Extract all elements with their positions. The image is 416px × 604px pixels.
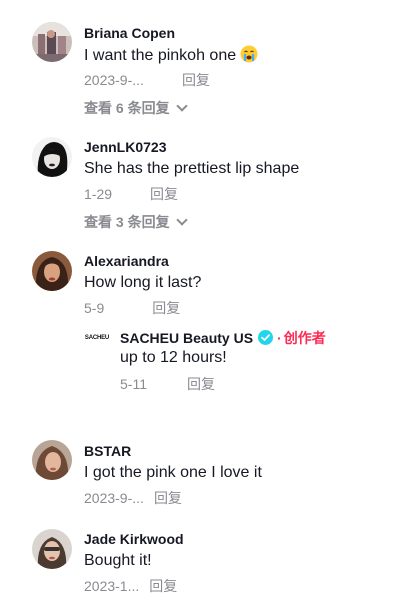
reply-text: up to 12 hours!: [120, 349, 227, 366]
chevron-down-icon: [175, 214, 188, 226]
comment-date: 2023-9-...: [84, 490, 144, 506]
reply-button[interactable]: 回复: [182, 72, 210, 88]
reply-date: 5-11: [120, 376, 147, 392]
comment-date: 5-9: [84, 300, 105, 316]
brand-logo-text: SACHEU: [84, 335, 110, 341]
comment-meta: 2023-1... 回复: [84, 577, 177, 595]
avatar[interactable]: [32, 440, 72, 480]
reply-meta: 5-11 回复: [120, 375, 215, 393]
view-replies-button[interactable]: 查看 3 条回复: [84, 213, 188, 231]
comment-username[interactable]: Alexariandra: [84, 253, 169, 269]
comment-meta: 2023-9-... 回复: [84, 71, 210, 89]
view-replies-label: 查看 3 条回复: [84, 214, 170, 230]
reply-username-text[interactable]: SACHEU Beauty US: [120, 330, 253, 346]
chevron-down-icon: [175, 100, 188, 112]
comment-username[interactable]: Briana Copen: [84, 25, 175, 41]
comment-date: 2023-9-...: [84, 72, 144, 88]
reply-button[interactable]: 回复: [152, 300, 180, 316]
comment-text-content: I want the pinkoh one: [84, 47, 237, 64]
creator-badge: 创作者: [283, 330, 326, 346]
avatar[interactable]: [32, 22, 72, 62]
comment-text: I want the pinkoh one: [84, 45, 258, 66]
reply-button[interactable]: 回复: [154, 490, 182, 506]
separator-dot: ·: [277, 330, 282, 346]
avatar[interactable]: [32, 529, 72, 569]
avatar[interactable]: SACHEU: [84, 325, 110, 351]
comment-text: I got the pink one I love it: [84, 464, 262, 481]
comment-username[interactable]: BSTAR: [84, 443, 131, 459]
view-replies-label: 查看 6 条回复: [84, 100, 170, 116]
comment-meta: 2023-9-... 回复: [84, 489, 182, 507]
view-replies-button[interactable]: 查看 6 条回复: [84, 99, 188, 117]
avatar[interactable]: [32, 137, 72, 177]
comment-text: How long it last?: [84, 274, 202, 291]
avatar[interactable]: [32, 251, 72, 291]
comment-meta: 1-29 回复: [84, 185, 178, 203]
comment-meta: 5-9 回复: [84, 299, 180, 317]
comment-text: She has the prettiest lip shape: [84, 160, 300, 177]
crying-face-icon: [240, 45, 258, 63]
comment-text: Bought it!: [84, 552, 152, 569]
reply-button[interactable]: 回复: [150, 186, 178, 202]
comment-date: 2023-1...: [84, 578, 140, 594]
comment-username[interactable]: JennLK0723: [84, 139, 166, 155]
verified-badge-icon: [258, 330, 274, 345]
comment-username[interactable]: Jade Kirkwood: [84, 531, 184, 547]
reply-username: SACHEU Beauty US · 创作者: [120, 328, 326, 348]
comment-date: 1-29: [84, 186, 113, 202]
reply-button[interactable]: 回复: [187, 376, 215, 392]
reply-button[interactable]: 回复: [149, 578, 177, 594]
